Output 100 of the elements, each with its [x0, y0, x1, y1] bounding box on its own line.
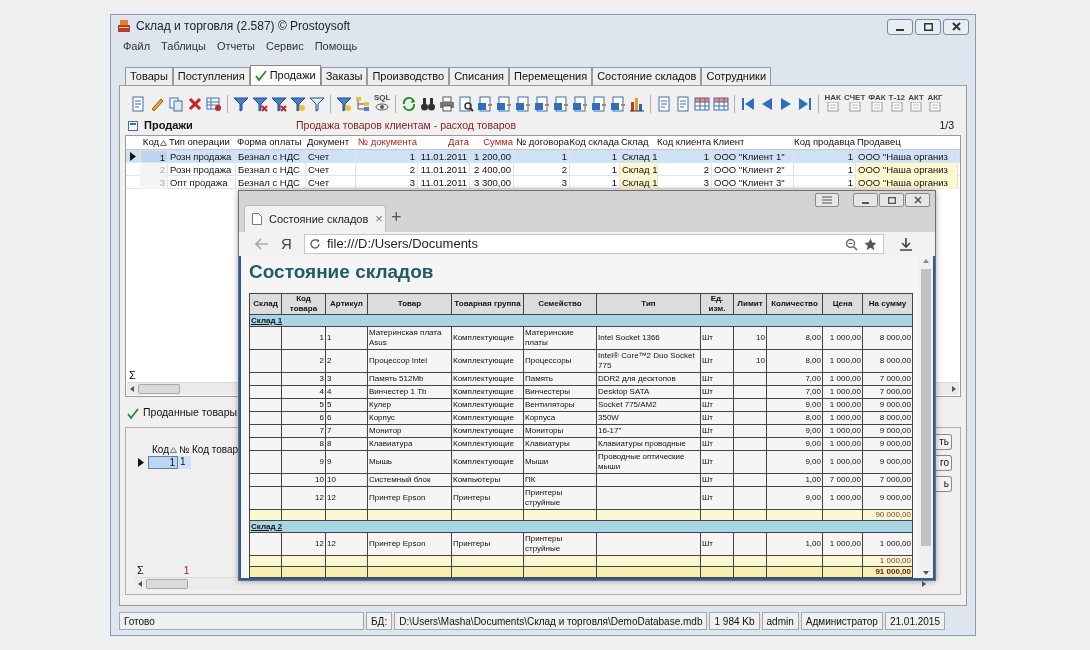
- table-cell: Опт продажа: [168, 175, 236, 189]
- grand-total: 91 000,00: [862, 566, 913, 578]
- menu-item[interactable]: Таблицы: [161, 37, 206, 55]
- menu-item[interactable]: Файл: [123, 37, 151, 55]
- toolbar-button[interactable]: АКТ: [907, 93, 926, 115]
- tab[interactable]: Заказы: [320, 67, 368, 85]
- download-button[interactable]: [898, 235, 914, 253]
- export-icon: [610, 96, 627, 112]
- browser-tab[interactable]: Состояние складов ×: [244, 205, 386, 232]
- menu-item[interactable]: Сервис: [266, 37, 304, 55]
- side-button[interactable]: го: [936, 455, 952, 471]
- column-header[interactable]: №: [178, 442, 191, 457]
- column-header[interactable]: Склад: [620, 136, 658, 150]
- table-cell: Счет: [306, 149, 356, 163]
- column-header[interactable]: Продавец: [856, 136, 958, 150]
- toolbar-button[interactable]: [270, 94, 288, 114]
- address-field[interactable]: file:///D:/Users/Documents: [304, 234, 884, 254]
- scrollbar-thumb[interactable]: [138, 384, 180, 394]
- side-button[interactable]: ть: [936, 434, 952, 450]
- tab[interactable]: Производство: [367, 67, 450, 85]
- subtotal: 90 000,00: [862, 509, 913, 521]
- tab[interactable]: Списания: [449, 67, 509, 85]
- tab[interactable]: Поступления: [172, 67, 250, 85]
- close-button[interactable]: [943, 18, 969, 35]
- column-header[interactable]: Код клиента: [658, 136, 712, 150]
- tab[interactable]: Перемещения: [509, 67, 593, 85]
- menu-button[interactable]: [815, 193, 839, 207]
- table-cell: Безнал с НДС: [236, 162, 306, 176]
- status-date: 21.01.2015: [884, 612, 945, 630]
- column-header[interactable]: № документа: [356, 136, 418, 150]
- column-header[interactable]: Сумма: [470, 136, 514, 150]
- table-cell: 1 200,00: [470, 149, 514, 163]
- tab[interactable]: Сотрудники: [701, 67, 772, 85]
- document-icon: [846, 102, 863, 112]
- browser-logo[interactable]: Я: [281, 232, 295, 256]
- column-header[interactable]: Тип операции: [168, 136, 236, 150]
- maximize-button[interactable]: [879, 193, 904, 207]
- minimize-button[interactable]: [853, 193, 878, 207]
- tab[interactable]: Состояние складов: [592, 67, 702, 85]
- toolbar-button[interactable]: [438, 94, 457, 114]
- filter-clear-icon: [271, 96, 287, 112]
- toolbar-button[interactable]: [457, 94, 476, 114]
- toolbar-button[interactable]: ФАК: [867, 93, 887, 115]
- column-header[interactable]: Код товар: [191, 442, 241, 457]
- menu-item[interactable]: Отчеты: [216, 37, 255, 55]
- table-icon: [713, 96, 730, 112]
- toolbar-button[interactable]: НАК: [823, 93, 842, 115]
- sum-sign: Σ: [129, 368, 136, 384]
- subtotal: 1 000,00: [862, 555, 913, 567]
- column-header[interactable]: Документ: [306, 136, 356, 150]
- column-header[interactable]: Код: [140, 136, 168, 150]
- column-header[interactable]: № договора: [514, 136, 570, 150]
- toolbar-button[interactable]: [232, 94, 250, 114]
- menu-icon: [821, 196, 833, 204]
- sort-icon: [160, 139, 167, 146]
- side-button[interactable]: ь: [936, 476, 952, 492]
- column-header[interactable]: Код продавца: [794, 136, 856, 150]
- toolbar-button[interactable]: АКГ: [926, 93, 945, 115]
- tab[interactable]: Товары: [125, 67, 173, 85]
- status-label: БД:: [366, 612, 393, 630]
- toolbar-button[interactable]: [308, 94, 326, 114]
- right-arrow-icon: [952, 386, 956, 392]
- table-cell: 2 400,00: [470, 162, 514, 176]
- vertical-scrollbar[interactable]: [919, 256, 933, 578]
- table-cell: Безнал с НДС: [236, 149, 306, 163]
- minimize-icon: [862, 201, 869, 204]
- menu-item[interactable]: Помощь: [314, 37, 358, 55]
- table-cell: 3: [356, 175, 418, 189]
- toolbar-button[interactable]: [251, 94, 269, 114]
- left-arrow-icon: [130, 386, 134, 392]
- toolbar-button[interactable]: SQL: [373, 93, 392, 115]
- scrollbar-thumb[interactable]: [921, 269, 931, 546]
- close-tab-button[interactable]: ×: [375, 209, 383, 229]
- filter-edit-icon: [290, 96, 306, 112]
- minimize-button[interactable]: [887, 18, 913, 35]
- group-link[interactable]: Склад 1: [251, 315, 283, 325]
- tree-icon: [355, 96, 371, 112]
- column-header: Ед. изм.: [700, 293, 734, 315]
- table-cell: Шт: [700, 424, 734, 438]
- maximize-button[interactable]: [915, 18, 941, 35]
- toolbar-button[interactable]: СЧЕТ: [842, 93, 867, 115]
- column-header[interactable]: Форма оплаты: [236, 136, 306, 150]
- toolbar-button[interactable]: [335, 94, 353, 114]
- minimize-icon: [896, 28, 904, 31]
- tab[interactable]: Продажи: [249, 65, 321, 85]
- star-icon: [864, 237, 877, 251]
- table-cell: 1: [514, 149, 570, 163]
- column-header[interactable]: Клиент: [712, 136, 794, 150]
- eye-icon: [374, 102, 391, 112]
- new-tab-button[interactable]: +: [391, 208, 402, 226]
- table-cell: ООО "Клиент 2": [712, 162, 794, 176]
- close-button[interactable]: [905, 193, 930, 207]
- column-header[interactable]: Дата: [418, 136, 470, 150]
- scrollbar-thumb[interactable]: [146, 579, 188, 589]
- column-header[interactable]: Код: [148, 442, 178, 457]
- toolbar-button[interactable]: Т-12: [887, 93, 907, 115]
- group-link[interactable]: Склад 2: [251, 521, 283, 531]
- toolbar-button[interactable]: [205, 94, 223, 114]
- toolbar-button[interactable]: [289, 94, 307, 114]
- column-header[interactable]: Код склада: [570, 136, 620, 150]
